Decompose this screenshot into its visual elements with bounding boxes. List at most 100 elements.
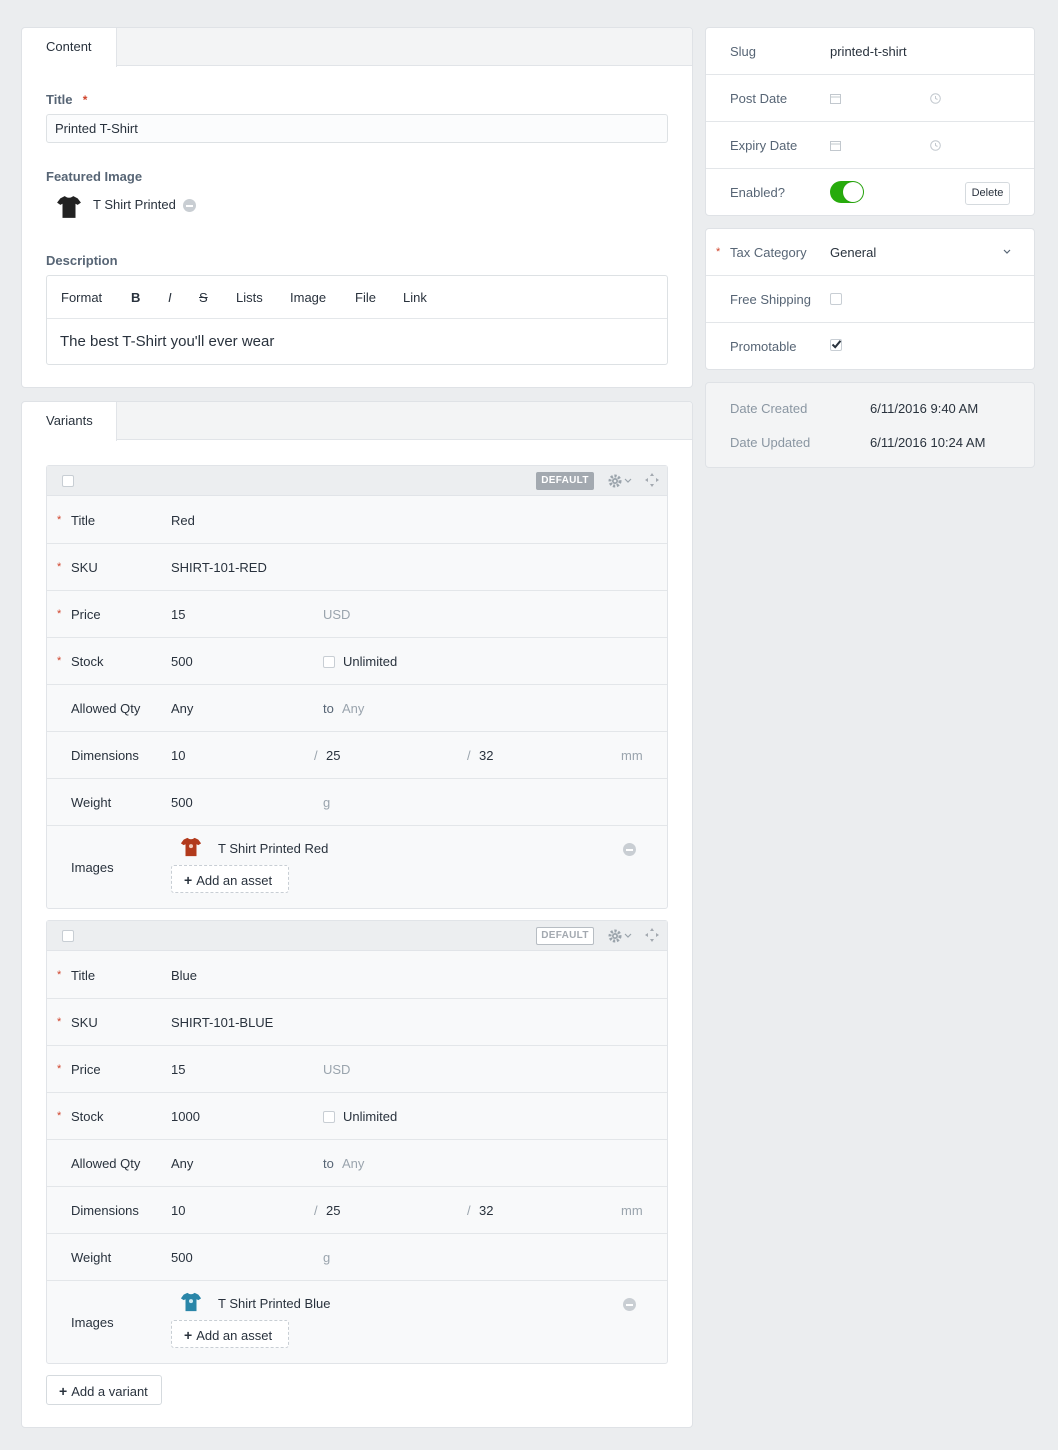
tab-variants[interactable]: Variants [22, 402, 117, 441]
variant-allowed-qty-row: Allowed Qty Any to Any [47, 1140, 667, 1187]
remove-image-icon[interactable] [623, 843, 636, 856]
remove-image-icon[interactable] [623, 1298, 636, 1311]
enabled-row: Enabled? Delete [706, 169, 1034, 216]
dimension-separator: / [314, 1203, 318, 1218]
variant-image-name: T Shirt Printed Red [218, 841, 329, 856]
variant-select-checkbox[interactable] [62, 930, 74, 942]
variant-allowed-qty-row: Allowed Qty Any to Any [47, 685, 667, 732]
height-input[interactable]: 32 [479, 1203, 493, 1218]
description-text[interactable]: The best T-Shirt you'll ever wear [60, 333, 274, 350]
settings-panel: Slug printed-t-shirt Post Date Expiry Da… [705, 27, 1035, 216]
max-qty-input[interactable]: Any [342, 701, 364, 716]
required-asterisk: * [57, 1063, 62, 1075]
gear-icon[interactable] [608, 473, 634, 489]
strikethrough-button[interactable]: S [199, 290, 208, 305]
promotable-checkbox[interactable] [830, 339, 842, 351]
lists-button[interactable]: Lists [236, 290, 263, 305]
title-label: Title [71, 513, 96, 528]
weight-input[interactable]: 500 [171, 795, 193, 810]
bold-button[interactable]: B [131, 290, 140, 305]
variant-dimensions-row: Dimensions 10 / 25 / 32 mm [47, 1187, 667, 1234]
plus-icon: + [184, 1327, 193, 1343]
blue-shirt-thumbnail[interactable] [180, 1291, 202, 1313]
unlimited-checkbox[interactable] [323, 656, 335, 668]
allowed-qty-label: Allowed Qty [71, 701, 141, 716]
chevron-down-icon[interactable] [1003, 249, 1011, 255]
checkmark-icon [831, 340, 842, 349]
length-input[interactable]: 10 [171, 748, 185, 763]
tax-category-label: Tax Category [730, 245, 807, 260]
variant-title-input[interactable]: Blue [171, 968, 197, 983]
calendar-icon[interactable] [830, 93, 841, 104]
add-asset-button[interactable]: + Add an asset [171, 1320, 289, 1348]
min-qty-input[interactable]: Any [171, 1156, 193, 1171]
variant-sku-input[interactable]: SHIRT-101-RED [171, 560, 267, 575]
clock-icon[interactable] [930, 140, 941, 151]
move-icon[interactable] [645, 473, 659, 487]
calendar-icon[interactable] [830, 140, 841, 151]
link-button[interactable]: Link [403, 290, 427, 305]
meta-panel: Date Created 6/11/2016 9:40 AM Date Upda… [705, 382, 1035, 468]
default-badge[interactable]: DEFAULT [536, 472, 594, 490]
image-button[interactable]: Image [290, 290, 326, 305]
italic-button[interactable]: I [168, 290, 172, 305]
enabled-toggle[interactable] [830, 181, 864, 203]
free-shipping-checkbox[interactable] [830, 293, 842, 305]
variant-sku-input[interactable]: SHIRT-101-BLUE [171, 1015, 273, 1030]
default-badge[interactable]: DEFAULT [536, 927, 594, 945]
date-created-value: 6/11/2016 9:40 AM [870, 401, 979, 416]
sku-label: SKU [71, 560, 98, 575]
variant-stock-input[interactable]: 1000 [171, 1109, 200, 1124]
to-label: to [323, 1156, 334, 1171]
currency-label: USD [323, 607, 351, 622]
max-qty-input[interactable]: Any [342, 1156, 364, 1171]
tab-content[interactable]: Content [22, 28, 117, 67]
variant-image-name: T Shirt Printed Blue [218, 1296, 331, 1311]
clock-icon[interactable] [930, 93, 941, 104]
width-input[interactable]: 25 [326, 748, 340, 763]
variant-header: DEFAULT [47, 466, 667, 496]
delete-button[interactable]: Delete [965, 182, 1010, 205]
stock-label: Stock [71, 654, 104, 669]
add-variant-button[interactable]: + Add a variant [46, 1375, 162, 1405]
promotable-row: Promotable [706, 323, 1034, 370]
weight-unit: g [323, 795, 331, 810]
variant-price-input[interactable]: 15 [171, 607, 185, 622]
slug-row: Slug printed-t-shirt [706, 28, 1034, 75]
variant-title-input[interactable]: Red [171, 513, 195, 528]
red-shirt-thumbnail[interactable] [180, 836, 202, 858]
tax-category-row: * Tax Category General [706, 229, 1034, 276]
file-button[interactable]: File [355, 290, 376, 305]
unlimited-checkbox[interactable] [323, 1111, 335, 1123]
price-label: Price [71, 607, 101, 622]
remove-featured-image-icon[interactable] [183, 199, 196, 212]
title-input[interactable]: Printed T-Shirt [46, 114, 668, 143]
required-asterisk: * [57, 561, 62, 573]
dimension-separator: / [467, 748, 471, 763]
min-qty-input[interactable]: Any [171, 701, 193, 716]
slug-input[interactable]: printed-t-shirt [830, 44, 907, 59]
add-asset-button[interactable]: + Add an asset [171, 865, 289, 893]
height-input[interactable]: 32 [479, 748, 493, 763]
expiry-date-row: Expiry Date [706, 122, 1034, 169]
length-input[interactable]: 10 [171, 1203, 185, 1218]
tax-category-select[interactable]: General [830, 245, 876, 260]
variant-stock-row: * Stock 500 Unlimited [47, 638, 667, 685]
required-asterisk: * [57, 608, 62, 620]
date-updated-label: Date Updated [730, 435, 811, 450]
format-button[interactable]: Format [61, 290, 102, 305]
featured-image-label: Featured Image [46, 169, 143, 184]
unlimited-label: Unlimited [343, 1109, 398, 1124]
variant-price-input[interactable]: 15 [171, 1062, 185, 1077]
featured-image-thumbnail[interactable] [56, 194, 82, 220]
editor-toolbar: Format B I S Lists Image File Link [47, 276, 667, 319]
width-input[interactable]: 25 [326, 1203, 340, 1218]
variant-select-checkbox[interactable] [62, 475, 74, 487]
variant-block-blue: DEFAULT * Title Blue * SKU SHIRT-101-BLU… [46, 920, 668, 1364]
variant-dimensions-row: Dimensions 10 / 25 / 32 mm [47, 732, 667, 779]
variant-weight-row: Weight 500 g [47, 1234, 667, 1281]
gear-icon[interactable] [608, 928, 634, 944]
weight-input[interactable]: 500 [171, 1250, 193, 1265]
move-icon[interactable] [645, 928, 659, 942]
variant-stock-input[interactable]: 500 [171, 654, 193, 669]
